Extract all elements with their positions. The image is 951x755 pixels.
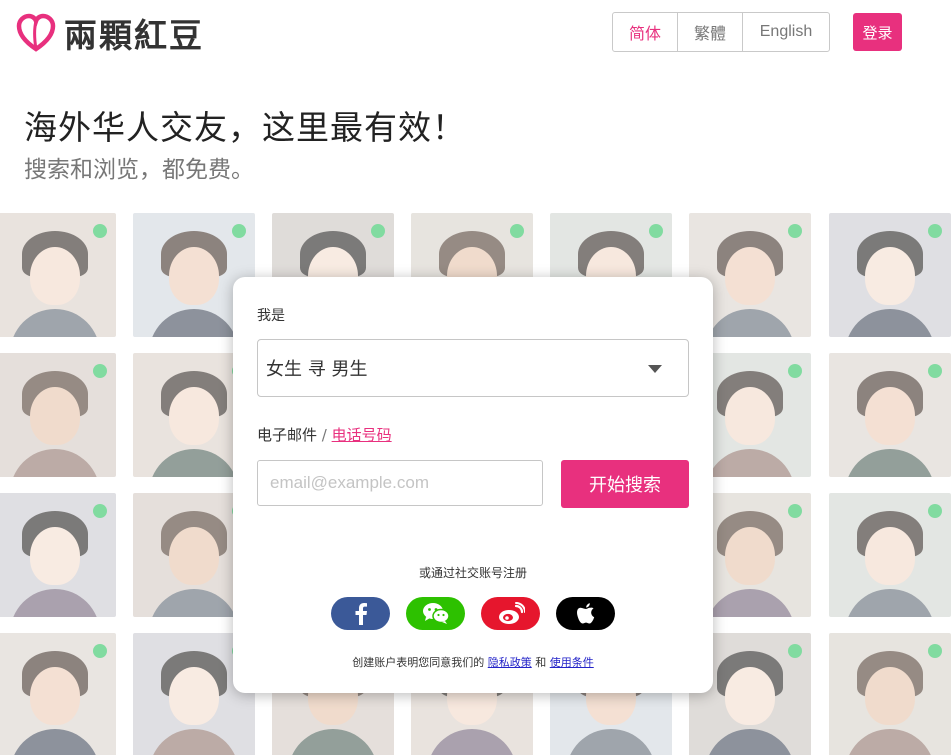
weibo-icon (498, 601, 525, 624)
language-switcher: 简体 繁體 English (612, 12, 830, 52)
gender-select-value: 女生 寻 男生 (266, 359, 368, 380)
apple-icon (576, 602, 594, 623)
signup-card: 我是 女生 寻 男生 电子邮件 / 电话号码 开始搜索 或通过社交账号注册 (233, 277, 713, 693)
logo-text: 兩顆紅豆 (64, 16, 204, 55)
lang-traditional[interactable]: 繁體 (678, 13, 743, 51)
lang-english[interactable]: English (743, 13, 829, 51)
facebook-signup-button[interactable] (331, 597, 390, 630)
iam-label: 我是 (257, 308, 285, 324)
page-subline: 搜索和浏览，都免费。 (24, 157, 254, 183)
terms-notice: 创建账户表明您同意我们的 隐私政策 和 使用条件 (233, 654, 713, 670)
login-button[interactable]: 登录 (853, 13, 902, 51)
apple-signup-button[interactable] (556, 597, 615, 630)
social-signup-label: 或通过社交账号注册 (418, 566, 527, 580)
heart-logo-icon (16, 13, 56, 52)
site-header: 兩顆紅豆 简体 繁體 English 登录 (0, 0, 951, 70)
caret-down-icon (648, 365, 662, 373)
terms-of-use-link[interactable]: 使用条件 (550, 656, 594, 669)
contact-method-toggle: 电子邮件 / 电话号码 (257, 424, 392, 445)
start-search-button[interactable]: 开始搜索 (561, 460, 689, 508)
gender-select[interactable]: 女生 寻 男生 (257, 339, 689, 397)
wechat-icon (422, 602, 450, 624)
weibo-signup-button[interactable] (481, 597, 540, 630)
method-separator: / (317, 426, 332, 444)
terms-prefix: 创建账户表明您同意我们的 (352, 656, 488, 669)
lang-simplified[interactable]: 简体 (613, 13, 678, 51)
terms-and: 和 (531, 656, 550, 669)
logo[interactable]: 兩顆紅豆 (16, 9, 204, 57)
facebook-icon (355, 602, 367, 625)
wechat-signup-button[interactable] (406, 597, 465, 630)
email-input[interactable] (257, 460, 543, 506)
privacy-policy-link[interactable]: 隐私政策 (488, 656, 532, 669)
email-method-label: 电子邮件 (257, 426, 318, 444)
phone-method-link[interactable]: 电话号码 (332, 426, 392, 444)
page-headline: 海外华人交友，这里最有效！ (24, 108, 466, 147)
